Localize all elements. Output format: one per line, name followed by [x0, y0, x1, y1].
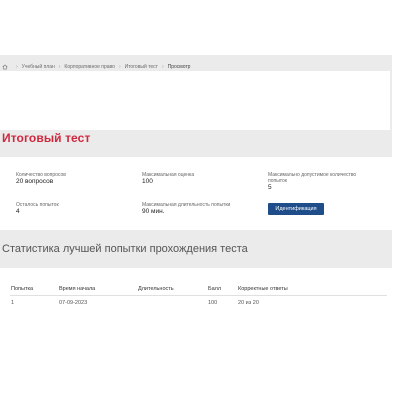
- cell-score: 100: [208, 300, 218, 306]
- test-info-panel: [0, 157, 392, 230]
- col-header-attempt: Попытка: [11, 286, 34, 292]
- breadcrumb-item-course[interactable]: Корпоративное право: [64, 64, 115, 70]
- breadcrumb-separator: ›: [58, 64, 61, 70]
- attempts-left-label: Осталось попыток: [16, 202, 59, 208]
- stats-title: Статистика лучшей попытки прохождения те…: [2, 243, 248, 255]
- attempts-left-value: 4: [16, 208, 20, 215]
- breadcrumb-separator: ›: [16, 64, 18, 70]
- max-duration-value: 90 мин.: [142, 208, 165, 215]
- col-header-duration: Длительность: [138, 286, 174, 292]
- cell-start-time: 07-09-2023: [59, 300, 88, 306]
- questions-count: Количество вопросов 20 вопросов: [16, 172, 66, 186]
- col-header-start-time: Время начала: [59, 286, 96, 292]
- breadcrumb-separator: ›: [118, 64, 121, 70]
- breadcrumb-item-test[interactable]: Итоговый тест: [125, 64, 158, 70]
- table-divider: [10, 295, 387, 296]
- max-score: Максимальная оценка 100: [142, 172, 194, 186]
- breadcrumb-separator: ›: [161, 64, 164, 70]
- identification-button[interactable]: Идентификация: [268, 203, 324, 215]
- max-score-value: 100: [142, 178, 153, 185]
- max-duration: Максимальная длительность попытки 90 мин…: [142, 202, 230, 216]
- max-attempts-label: Максимально допустимое количество попыто…: [268, 172, 357, 184]
- max-attempts: Максимально допустимое количество попыто…: [268, 172, 368, 192]
- cell-attempt: 1: [11, 300, 15, 306]
- home-icon[interactable]: [2, 64, 8, 70]
- col-header-score: Балл: [208, 286, 222, 292]
- questions-count-value: 20 вопросов: [16, 178, 54, 185]
- breadcrumb-item-plan[interactable]: Учебный план: [22, 64, 55, 70]
- page-title: Итоговый тест: [2, 131, 91, 145]
- header-panel: [0, 71, 390, 130]
- attempts-left: Осталось попыток 4: [16, 202, 59, 216]
- breadcrumb-item-current: Просмотр: [167, 64, 191, 70]
- max-attempts-value: 5: [268, 184, 272, 191]
- cell-correct: 20 из 20: [238, 300, 259, 306]
- col-header-correct: Корректные ответы: [238, 286, 288, 292]
